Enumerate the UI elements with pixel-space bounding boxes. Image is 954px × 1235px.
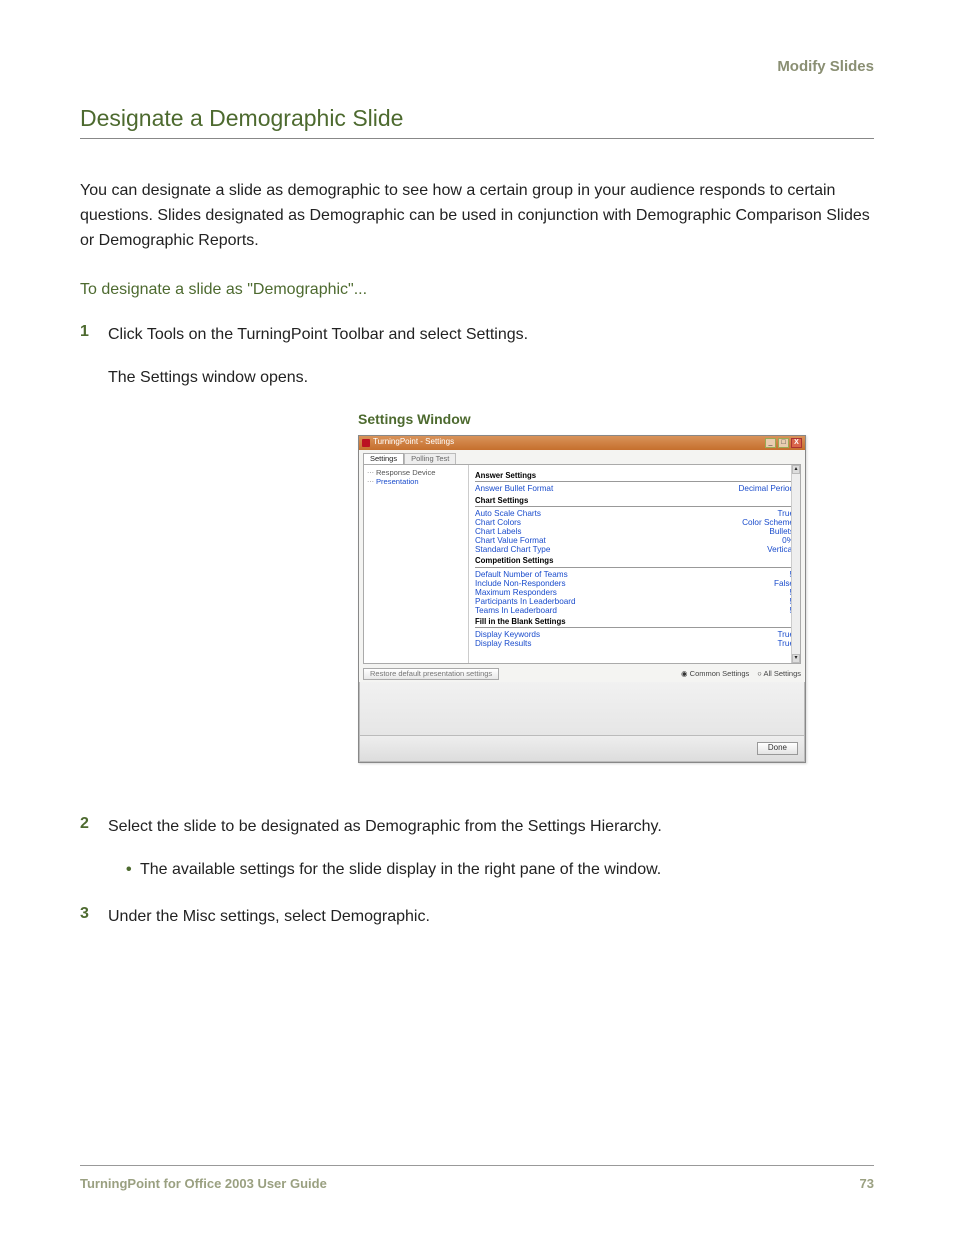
step-text: Click Tools on the TurningPoint Toolbar … (108, 323, 874, 348)
setting-key: Display Keywords (475, 630, 540, 639)
step-number: 3 (80, 905, 108, 923)
figure-caption: Settings Window (358, 409, 874, 431)
page-number: 73 (860, 1176, 874, 1191)
settings-row[interactable]: Standard Chart Type Vertical (475, 545, 794, 554)
step-bullet: The available settings for the slide dis… (126, 858, 874, 883)
app-icon (362, 439, 370, 447)
settings-tree: Response Device Presentation (364, 465, 469, 663)
setting-key: Auto Scale Charts (475, 509, 541, 518)
done-button[interactable]: Done (757, 742, 798, 755)
restore-defaults-button[interactable]: Restore default presentation settings (363, 668, 499, 680)
settings-group-header: Chart Settings (475, 497, 794, 508)
window-titlebar: TurningPoint - Settings _ □ X (359, 436, 805, 450)
scrollbar[interactable]: ▴ ▾ (791, 465, 800, 663)
radio-all-settings[interactable]: All Settings (757, 670, 801, 678)
step-number: 2 (80, 815, 108, 833)
settings-row[interactable]: Auto Scale ChartsTrue (475, 509, 794, 518)
settings-row[interactable]: Answer Bullet Format Decimal Period (475, 484, 794, 493)
window-title: TurningPoint - Settings (373, 438, 454, 447)
scroll-down-icon[interactable]: ▾ (792, 654, 800, 663)
settings-row[interactable]: Teams In Leaderboard5 (475, 606, 794, 615)
settings-list: ▴ ▾ Answer SettingsAnswer Bullet Format D… (469, 465, 800, 663)
setting-key: Answer Bullet Format (475, 484, 553, 493)
close-icon[interactable]: X (791, 438, 802, 448)
settings-row[interactable]: Default Number of Teams5 (475, 570, 794, 579)
setting-key: Maximum Responders (475, 588, 557, 597)
settings-row[interactable]: Maximum Responders5 (475, 588, 794, 597)
settings-row[interactable]: Include Non-RespondersFalse (475, 579, 794, 588)
setting-key: Standard Chart Type (475, 545, 550, 554)
settings-row[interactable]: Display KeywordsTrue (475, 630, 794, 639)
description-panel (359, 682, 805, 736)
tree-item-presentation[interactable]: Presentation (367, 478, 465, 487)
step-text: Select the slide to be designated as Dem… (108, 815, 874, 840)
setting-key: Default Number of Teams (475, 570, 568, 579)
procedure-heading: To designate a slide as "Demographic"... (80, 281, 874, 299)
settings-group-header: Answer Settings (475, 472, 794, 483)
page-title: Designate a Demographic Slide (80, 105, 874, 139)
breadcrumb: Modify Slides (80, 58, 874, 75)
setting-key: Chart Colors (475, 518, 521, 527)
setting-value: Vertical (767, 545, 794, 554)
intro-paragraph: You can designate a slide as demographic… (80, 179, 874, 253)
step-text: Under the Misc settings, select Demograp… (108, 905, 874, 930)
setting-value: Decimal Period (738, 484, 794, 493)
tab-settings[interactable]: Settings (363, 453, 404, 464)
setting-key: Teams In Leaderboard (475, 606, 557, 615)
footer-guide-title: TurningPoint for Office 2003 User Guide (80, 1176, 327, 1191)
settings-window: TurningPoint - Settings _ □ X Settings P… (358, 435, 806, 764)
settings-group-header: Fill in the Blank Settings (475, 618, 794, 629)
setting-value: Color Scheme (742, 518, 794, 527)
radio-common-settings[interactable]: Common Settings (681, 670, 749, 678)
settings-group-header: Competition Settings (475, 557, 794, 568)
scroll-up-icon[interactable]: ▴ (792, 465, 800, 474)
settings-row[interactable]: Chart LabelsBullets (475, 527, 794, 536)
setting-key: Include Non-Responders (475, 579, 566, 588)
setting-key: Chart Value Format (475, 536, 546, 545)
settings-row[interactable]: Chart Value Format0% (475, 536, 794, 545)
step-after-text: The Settings window opens. (108, 366, 874, 391)
settings-row[interactable]: Display ResultsTrue (475, 639, 794, 648)
settings-row[interactable]: Participants In Leaderboard5 (475, 597, 794, 606)
settings-row[interactable]: Chart Colors Color Scheme (475, 518, 794, 527)
maximize-icon[interactable]: □ (778, 438, 789, 448)
step-number: 1 (80, 323, 108, 341)
setting-key: Participants In Leaderboard (475, 597, 576, 606)
minimize-icon[interactable]: _ (765, 438, 776, 448)
setting-key: Display Results (475, 639, 531, 648)
setting-key: Chart Labels (475, 527, 521, 536)
tab-polling-test[interactable]: Polling Test (404, 453, 456, 464)
